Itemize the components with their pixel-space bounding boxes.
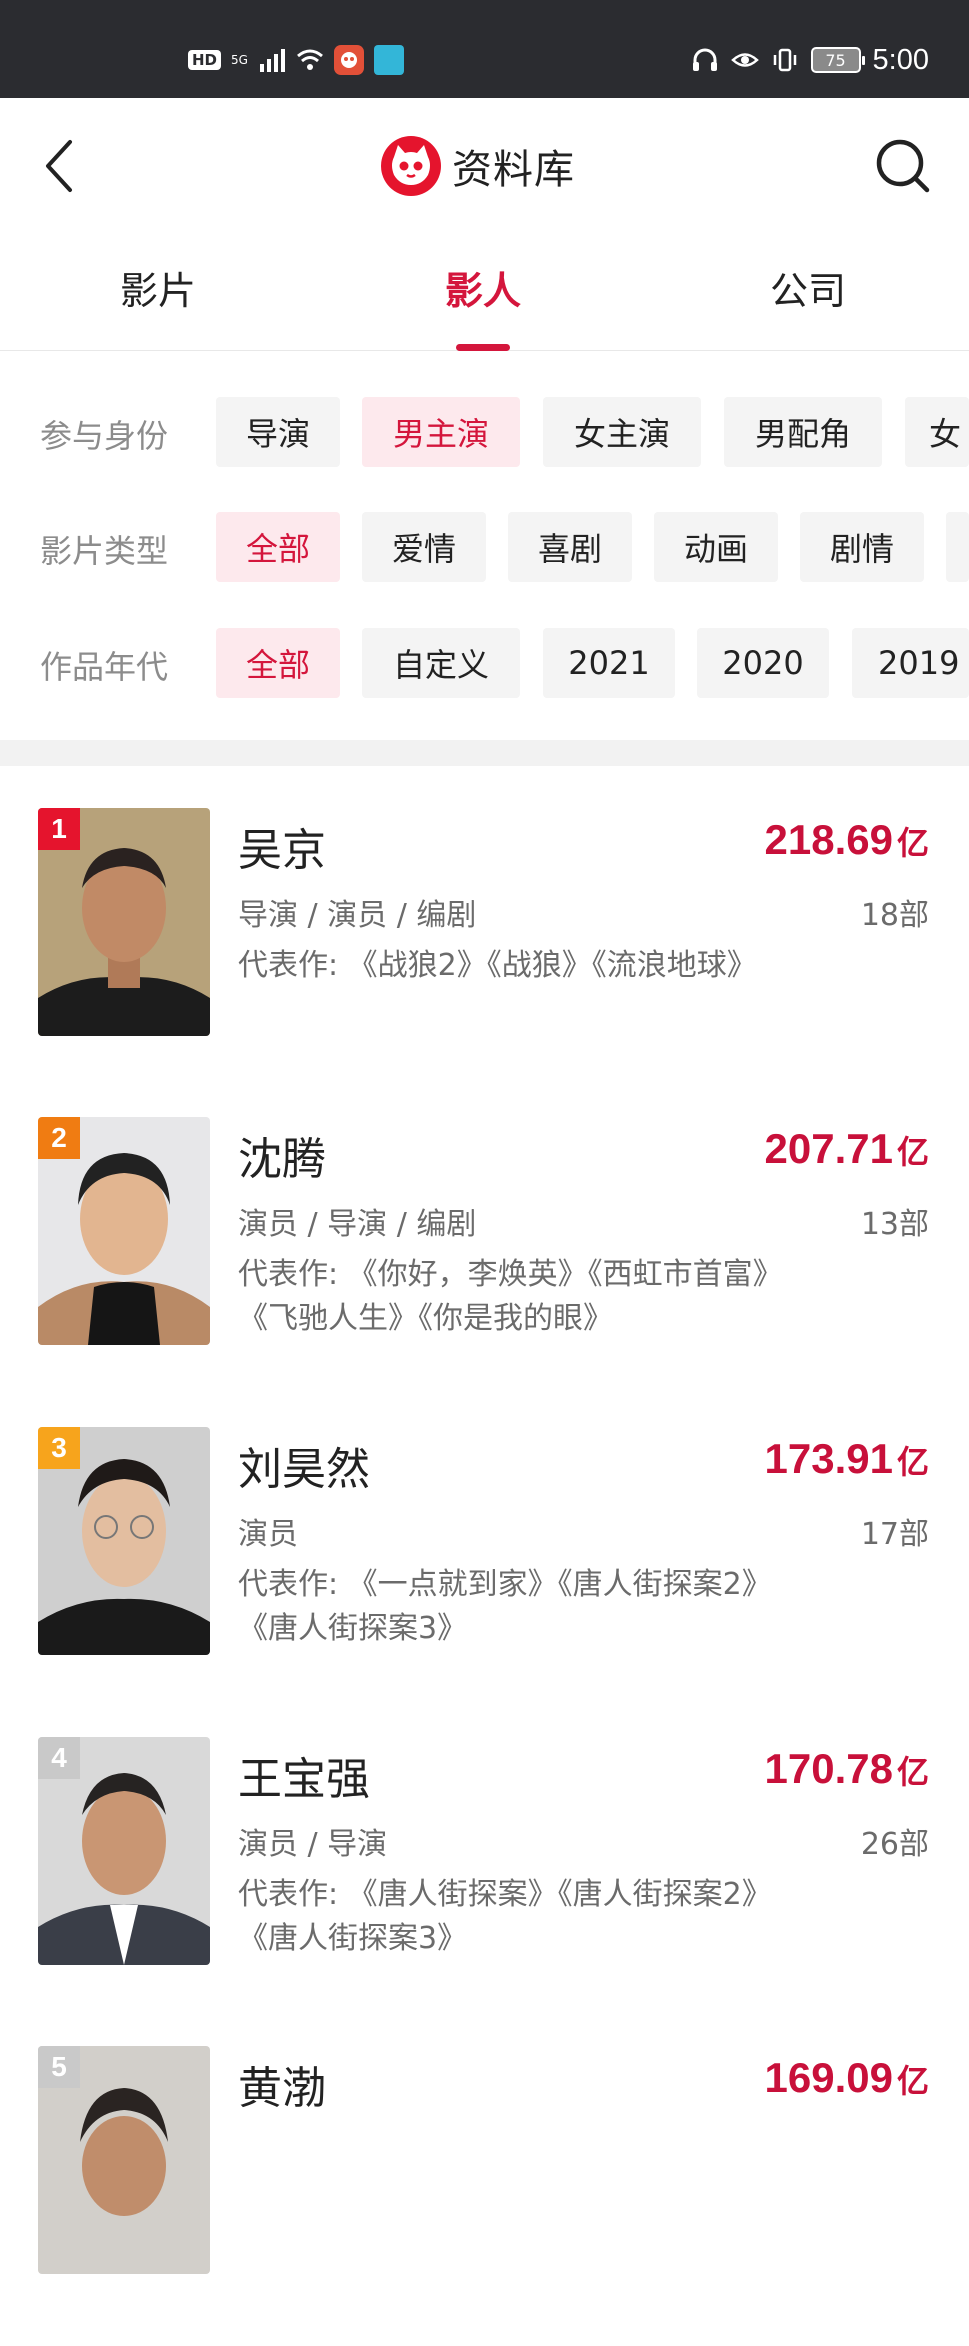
battery-level: 75 [825, 50, 846, 70]
film-count: 17部 [860, 1517, 929, 1552]
network-type: 5G [231, 53, 248, 67]
chip-genre-all[interactable]: 全部 [216, 512, 340, 582]
chip-female-lead[interactable]: 女主演 [543, 397, 701, 467]
filter-row-genre: 影片类型 全部 爱情 喜剧 动画 剧情 [0, 512, 969, 582]
person-name: 刘昊然 [238, 1444, 370, 1495]
clock: 5:00 [872, 43, 929, 76]
avatar: 5 [38, 2046, 210, 2274]
app-header: 资料库 [0, 98, 969, 238]
chip-year-2020[interactable]: 2020 [697, 628, 829, 698]
chip-romance[interactable]: 爱情 [362, 512, 486, 582]
signal-bars-icon [259, 49, 285, 72]
person-roles: 演员 [238, 1517, 298, 1552]
avatar: 3 [38, 1427, 210, 1655]
app-notification-icon-2 [373, 45, 404, 75]
representative-works: 代表作: 《一点就到家》《唐人街探案2》《唐人街探案3》 [238, 1567, 772, 1646]
chip-year-2021[interactable]: 2021 [543, 628, 675, 698]
person-roles: 演员 / 导演 [238, 1827, 388, 1862]
filter-label-role: 参与身份 [40, 417, 169, 455]
avatar: 1 [38, 808, 210, 1036]
chip-comedy[interactable]: 喜剧 [508, 512, 632, 582]
chip-male-supporting[interactable]: 男配角 [724, 397, 882, 467]
box-office-total: 173.91 亿 [765, 1435, 929, 1483]
search-icon[interactable] [873, 136, 933, 196]
status-bar: HD 5G 75 5:00 [0, 0, 969, 98]
box-office-value: 170.78 [764, 1745, 893, 1792]
back-arrow-icon[interactable] [40, 134, 80, 198]
list-item[interactable]: 3 刘昊然 173.91 亿 演员 17部 代表作: 《一点就到家》《唐人街探案2… [0, 1427, 969, 1727]
representative-works: 代表作: 《战狼2》《战狼》《流浪地球》 [238, 948, 757, 983]
chip-genre-more[interactable] [946, 512, 969, 582]
box-office-unit: 亿 [896, 1754, 929, 1790]
box-office-total: 218.69 亿 [765, 816, 929, 864]
filter-label-genre: 影片类型 [40, 532, 169, 570]
box-office-value: 218.69 [764, 816, 893, 863]
box-office-value: 207.71 [764, 1125, 893, 1172]
filter-label-era: 作品年代 [40, 648, 169, 686]
battery-icon: 75 [810, 47, 865, 73]
list-item[interactable]: 5 黄渤 169.09 亿 [0, 2046, 969, 2346]
chip-male-lead[interactable]: 男主演 [362, 397, 520, 467]
box-office-total: 170.78 亿 [765, 1745, 929, 1793]
list-item[interactable]: 2 沈腾 207.71 亿 演员 / 导演 / 编剧 13部 代表作: 《你好，李… [0, 1117, 969, 1417]
tab-films[interactable]: 影片 [78, 260, 238, 315]
chip-year-2019[interactable]: 2019 [852, 628, 969, 698]
hd-indicator: HD [188, 50, 222, 70]
tab-people[interactable]: 影人 [403, 260, 563, 315]
rank-badge: 5 [38, 2046, 80, 2088]
film-count: 13部 [860, 1207, 929, 1242]
box-office-value: 169.09 [764, 2054, 893, 2101]
chip-director[interactable]: 导演 [216, 397, 340, 467]
cat-logo-icon [381, 136, 441, 196]
person-name: 黄渤 [238, 2063, 326, 2114]
status-right: 75 5:00 [691, 40, 929, 80]
representative-works: 代表作: 《唐人街探案》《唐人街探案2》《唐人街探案3》 [238, 1877, 772, 1956]
box-office-unit: 亿 [896, 2063, 929, 2099]
representative-works: 代表作: 《你好，李焕英》《西虹市首富》《飞驰人生》《你是我的眼》 [238, 1257, 783, 1336]
box-office-total: 169.09 亿 [765, 2054, 929, 2102]
app-notification-icon [333, 45, 364, 75]
box-office-unit: 亿 [896, 825, 929, 861]
rank-badge: 4 [38, 1737, 80, 1779]
chip-era-custom[interactable]: 自定义 [362, 628, 520, 698]
rank-badge: 2 [38, 1117, 80, 1159]
box-office-unit: 亿 [896, 1134, 929, 1170]
chip-era-all[interactable]: 全部 [216, 628, 340, 698]
chip-animation[interactable]: 动画 [654, 512, 778, 582]
filter-row-era: 作品年代 全部 自定义 2021 2020 2019 [0, 628, 969, 698]
box-office-value: 173.91 [764, 1435, 893, 1482]
person-name: 吴京 [238, 825, 326, 876]
tab-companies[interactable]: 公司 [728, 260, 888, 315]
headphones-icon [692, 48, 717, 71]
film-count: 26部 [860, 1827, 929, 1862]
rank-badge: 1 [38, 808, 80, 850]
box-office-total: 207.71 亿 [765, 1125, 929, 1173]
film-count: 18部 [860, 898, 929, 933]
wifi-icon [296, 49, 323, 70]
person-roles: 演员 / 导演 / 编剧 [238, 1207, 477, 1242]
person-name: 王宝强 [238, 1754, 370, 1805]
section-divider [0, 740, 969, 766]
box-office-unit: 亿 [896, 1444, 929, 1480]
filter-row-role: 参与身份 导演 男主演 女主演 男配角 女 [0, 397, 969, 467]
page-title: 资料库 [380, 134, 575, 198]
list-item[interactable]: 4 王宝强 170.78 亿 演员 / 导演 26部 代表作: 《唐人街探案》《唐… [0, 1737, 969, 2037]
status-left: HD 5G [188, 40, 404, 80]
list-item[interactable]: 1 吴京 218.69 亿 导演 / 演员 / 编剧 18部 代表作: 《战狼2》… [0, 808, 969, 1108]
person-name: 沈腾 [238, 1134, 326, 1185]
avatar: 4 [38, 1737, 210, 1965]
tab-bar: 影片 影人 公司 [0, 238, 969, 351]
active-tab-indicator [456, 344, 510, 351]
chip-drama[interactable]: 剧情 [800, 512, 924, 582]
page-title-text: 资料库 [452, 147, 575, 193]
chip-female-supporting[interactable]: 女 [905, 397, 969, 467]
person-roles: 导演 / 演员 / 编剧 [238, 898, 477, 933]
avatar: 2 [38, 1117, 210, 1345]
rank-badge: 3 [38, 1427, 80, 1469]
vibrate-icon [773, 48, 796, 72]
eye-icon [730, 53, 759, 67]
